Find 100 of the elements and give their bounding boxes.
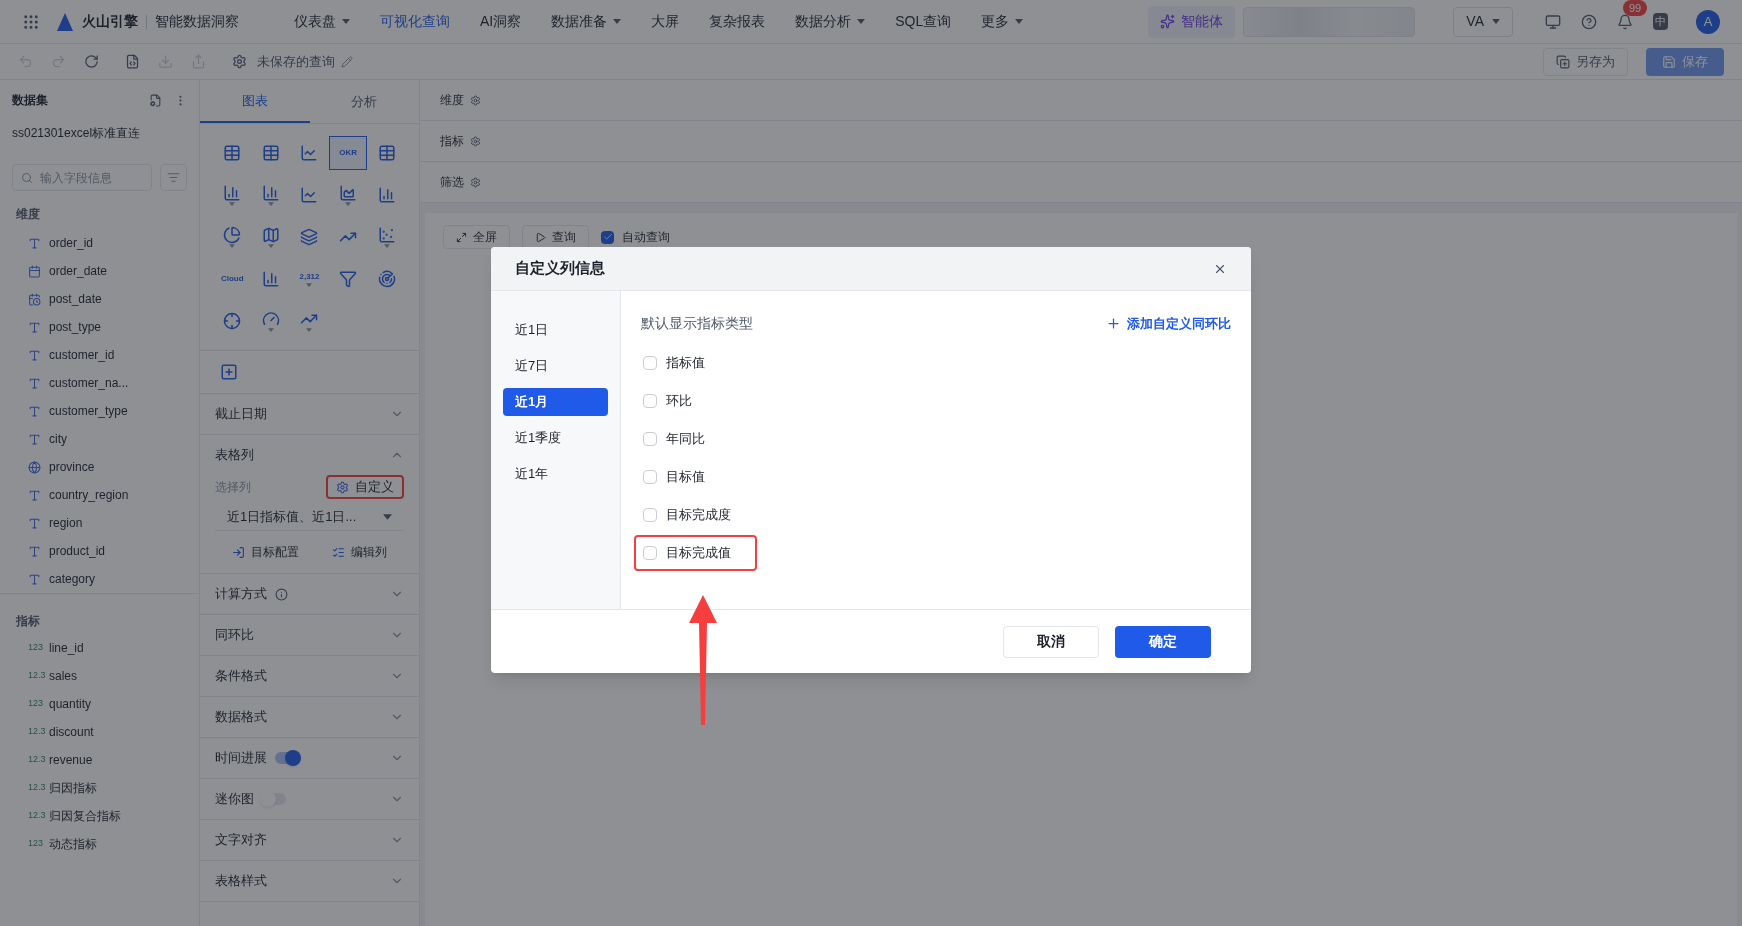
area-chart-icon — [339, 184, 358, 202]
field-item[interactable]: customer_id — [0, 341, 199, 369]
checkbox[interactable] — [643, 432, 657, 446]
play-icon — [535, 231, 546, 243]
field-item[interactable]: province — [0, 453, 199, 481]
chart-type-button[interactable]: Cloud — [213, 262, 252, 296]
cancel-button[interactable]: 取消 — [1003, 625, 1099, 658]
checkbox[interactable] — [643, 470, 657, 484]
checkbox[interactable] — [643, 394, 657, 408]
option-row[interactable]: 目标完成度 — [634, 497, 757, 533]
field-item[interactable]: 12.3 revenue — [0, 746, 199, 774]
field-item[interactable]: customer_type — [0, 397, 199, 425]
toggle-switch[interactable] — [275, 752, 299, 764]
confirm-button[interactable]: 确定 — [1115, 625, 1211, 658]
field-item[interactable]: 12.3 归因指标 — [0, 774, 199, 802]
field-item[interactable]: post_type — [0, 313, 199, 341]
nav-item[interactable]: 数据分析 — [795, 11, 866, 32]
nav-item[interactable]: 更多 — [981, 11, 1024, 32]
field-item[interactable]: 123 动态指标 — [0, 830, 199, 858]
option-row[interactable]: 目标值 — [634, 459, 731, 495]
checkbox[interactable] — [643, 508, 657, 522]
field-item[interactable]: 12.3 discount — [0, 718, 199, 746]
nav-item[interactable]: 复杂报表 — [709, 11, 766, 32]
period-item[interactable]: 近1日 — [503, 316, 608, 344]
apps-grid-icon[interactable] — [22, 12, 40, 31]
period-item[interactable]: 近1年 — [503, 460, 608, 488]
nav-item[interactable]: 数据准备 — [551, 11, 622, 32]
agent-button[interactable]: 智能体 — [1148, 5, 1236, 38]
caret-icon — [345, 202, 352, 206]
field-item[interactable]: 12.3 sales — [0, 662, 199, 690]
refresh-icon[interactable] — [84, 54, 99, 69]
chart-type-button[interactable]: OKR — [328, 136, 368, 170]
field-item[interactable]: city — [0, 425, 199, 453]
checkbox-label: 自动查询 — [622, 229, 670, 246]
bar-chart-icon — [377, 186, 396, 204]
panel-tab[interactable]: 图表 — [200, 80, 310, 123]
custom-button[interactable]: 自定义 — [326, 475, 404, 499]
add-chart-icon[interactable] — [220, 363, 238, 381]
nav-item[interactable]: 仪表盘 — [294, 11, 350, 32]
settings-icon[interactable] — [470, 94, 481, 106]
section-title: 表格样式 — [215, 872, 267, 891]
add-custom-link[interactable]: 添加自定义同环比 — [1106, 313, 1231, 334]
caret-icon — [383, 244, 390, 248]
text-field-icon — [28, 404, 41, 418]
option-row[interactable]: 目标完成值 — [634, 535, 757, 571]
checkbox[interactable] — [643, 546, 657, 560]
section-title: 截止日期 — [215, 405, 267, 424]
field-item[interactable]: post_date — [0, 285, 199, 313]
option-row[interactable]: 指标值 — [634, 345, 731, 381]
bar-chart-icon — [223, 184, 242, 202]
field-item[interactable]: customer_na... — [0, 369, 199, 397]
field-item[interactable]: region — [0, 509, 199, 537]
file-icon[interactable] — [149, 93, 162, 107]
info-icon — [275, 587, 288, 601]
option-row[interactable]: 年同比 — [634, 421, 731, 457]
settings-icon[interactable] — [470, 135, 481, 147]
target-config-button[interactable]: 目标配置 — [231, 543, 299, 561]
monitor-icon[interactable] — [1545, 13, 1561, 30]
checkbox[interactable] — [643, 356, 657, 370]
radar-icon — [377, 270, 396, 288]
nav-item[interactable]: AI洞察 — [480, 11, 522, 32]
caret-icon — [267, 244, 274, 248]
help-icon[interactable] — [1581, 13, 1597, 30]
field-item[interactable]: 123 quantity — [0, 690, 199, 718]
edit-columns-button[interactable]: 编辑列 — [332, 543, 388, 561]
nav-item[interactable]: 可视化查询 — [380, 11, 450, 32]
text-field-icon — [28, 432, 41, 446]
field-item[interactable]: category — [0, 565, 199, 593]
field-item[interactable]: product_id — [0, 537, 199, 565]
settings-icon[interactable] — [232, 54, 247, 69]
nav-item[interactable]: SQL查询 — [895, 11, 952, 32]
user-menu[interactable]: VA — [1453, 6, 1513, 37]
period-item[interactable]: 近1季度 — [503, 424, 608, 452]
column-select[interactable]: 近1日指标值、近1日... — [215, 503, 404, 531]
edit-icon[interactable] — [341, 55, 353, 68]
field-item[interactable]: order_id — [0, 229, 199, 257]
section-title: 计算方式 — [215, 585, 267, 604]
user-avatar[interactable]: A — [1696, 9, 1720, 34]
auto-query-checkbox[interactable] — [601, 230, 614, 244]
panel-tab[interactable]: 分析 — [309, 80, 419, 123]
save-as-button[interactable]: 另存为 — [1543, 47, 1628, 76]
field-item[interactable]: 12.3 归因复合指标 — [0, 802, 199, 830]
settings-icon[interactable] — [470, 176, 481, 188]
chart-type-button[interactable]: 2,312 — [290, 262, 329, 296]
nav-item[interactable]: 大屏 — [651, 11, 680, 32]
option-row[interactable]: 环比 — [634, 383, 718, 419]
logo-icon — [56, 11, 74, 32]
field-item[interactable]: 123 line_id — [0, 634, 199, 662]
notification-badge: 99 — [1623, 0, 1648, 16]
period-item[interactable]: 近7日 — [503, 352, 608, 380]
caret-icon — [1492, 19, 1500, 24]
language-button[interactable]: 中 — [1653, 13, 1668, 30]
sql-file-icon[interactable] — [125, 54, 140, 69]
line-chart-icon — [300, 144, 319, 162]
period-item[interactable]: 近1月 — [503, 388, 608, 416]
field-item[interactable]: order_date — [0, 257, 199, 285]
filter-button[interactable] — [160, 164, 187, 191]
scatter-chart-icon — [377, 226, 396, 244]
bell-icon[interactable] — [1617, 13, 1633, 30]
field-item[interactable]: country_region — [0, 481, 199, 509]
